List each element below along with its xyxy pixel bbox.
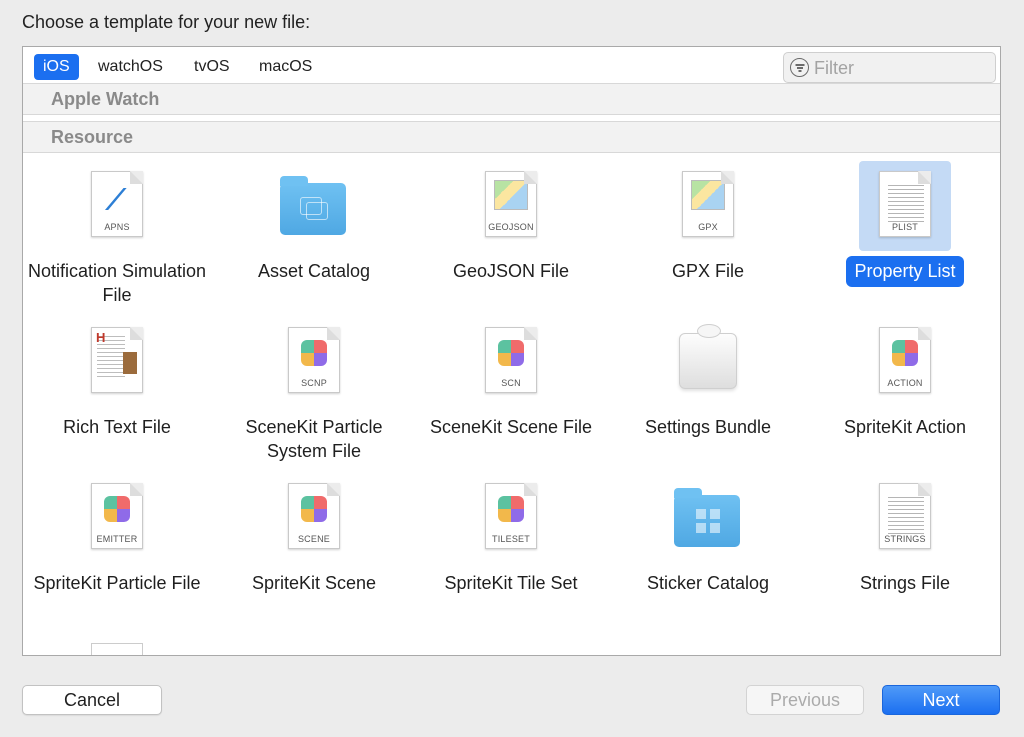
template-label: Property List <box>810 256 1000 287</box>
template-label: SpriteKit Tile Set <box>444 573 578 593</box>
section-header-apple-watch: Apple Watch <box>23 83 1000 115</box>
scn-document-icon: SCN <box>465 317 557 407</box>
template-label: SceneKit Particle System File <box>245 417 383 461</box>
previous-button[interactable]: Previous <box>746 685 864 715</box>
template-spritekit-scene[interactable]: SCENE SpriteKit Scene <box>219 473 409 623</box>
template-property-list[interactable]: PLIST Property List <box>810 161 1000 311</box>
template-gpx-file[interactable]: GPX GPX File <box>613 161 803 311</box>
template-settings-bundle[interactable]: Settings Bundle <box>613 317 803 467</box>
template-label: GeoJSON File <box>452 261 570 281</box>
partial-document-icon <box>91 643 143 655</box>
template-notification-simulation-file[interactable]: ⟋ APNS Notification Simulation File <box>23 161 212 311</box>
rich-text-document-icon: H <box>71 317 163 407</box>
template-label: SpriteKit Action <box>843 417 967 437</box>
gpx-document-icon: GPX <box>662 161 754 251</box>
template-label: Asset Catalog <box>257 261 371 281</box>
next-button[interactable]: Next <box>882 685 1000 715</box>
tab-ios[interactable]: iOS <box>34 54 79 80</box>
template-rich-text-file[interactable]: H Rich Text File <box>23 317 212 467</box>
emitter-document-icon: EMITTER <box>71 473 163 563</box>
strings-document-icon: STRINGS <box>859 473 951 563</box>
template-spritekit-tile-set[interactable]: TILESET SpriteKit Tile Set <box>416 473 606 623</box>
platform-tabbar: iOS watchOS tvOS macOS <box>23 47 1000 87</box>
template-sticker-catalog[interactable]: Sticker Catalog <box>613 473 803 623</box>
scnp-document-icon: SCNP <box>268 317 360 407</box>
section-header-resource: Resource <box>23 121 1000 153</box>
tab-macos[interactable]: macOS <box>250 54 321 80</box>
template-geojson-file[interactable]: GEOJSON GeoJSON File <box>416 161 606 311</box>
template-spritekit-action[interactable]: ACTION SpriteKit Action <box>810 317 1000 467</box>
template-browser: iOS watchOS tvOS macOS Apple Watch Resou… <box>22 46 1001 656</box>
filter-input[interactable] <box>814 56 989 80</box>
template-label: Rich Text File <box>63 417 171 437</box>
filter-field[interactable] <box>783 52 996 83</box>
scene-document-icon: SCENE <box>268 473 360 563</box>
template-label: Sticker Catalog <box>646 573 770 593</box>
template-label: Notification Simulation File <box>27 261 207 305</box>
template-label: GPX File <box>671 261 745 281</box>
template-label: Strings File <box>859 573 951 593</box>
filter-icon <box>790 58 809 77</box>
tab-tvos[interactable]: tvOS <box>185 54 239 80</box>
template-label: SpriteKit Scene <box>251 573 377 593</box>
tileset-document-icon: TILESET <box>465 473 557 563</box>
template-label: SpriteKit Particle File <box>33 573 201 593</box>
plist-document-icon: PLIST <box>859 161 951 251</box>
template-label: SceneKit Scene File <box>429 417 593 437</box>
template-scenekit-scene-file[interactable]: SCN SceneKit Scene File <box>416 317 606 467</box>
asset-catalog-folder-icon <box>268 161 360 251</box>
tab-watchos[interactable]: watchOS <box>89 54 172 80</box>
template-spritekit-particle-file[interactable]: EMITTER SpriteKit Particle File <box>23 473 212 623</box>
geojson-document-icon: GEOJSON <box>465 161 557 251</box>
dialog-prompt: Choose a template for your new file: <box>22 12 311 32</box>
template-label: Settings Bundle <box>644 417 772 437</box>
apns-document-icon: ⟋ APNS <box>71 161 163 251</box>
sticker-catalog-folder-icon <box>662 473 754 563</box>
action-document-icon: ACTION <box>859 317 951 407</box>
cancel-button[interactable]: Cancel <box>22 685 162 715</box>
settings-bundle-icon <box>662 317 754 407</box>
template-strings-file[interactable]: STRINGS Strings File <box>810 473 1000 623</box>
template-asset-catalog[interactable]: Asset Catalog <box>219 161 409 311</box>
template-scenekit-particle-system-file[interactable]: SCNP SceneKit Particle System File <box>219 317 409 467</box>
